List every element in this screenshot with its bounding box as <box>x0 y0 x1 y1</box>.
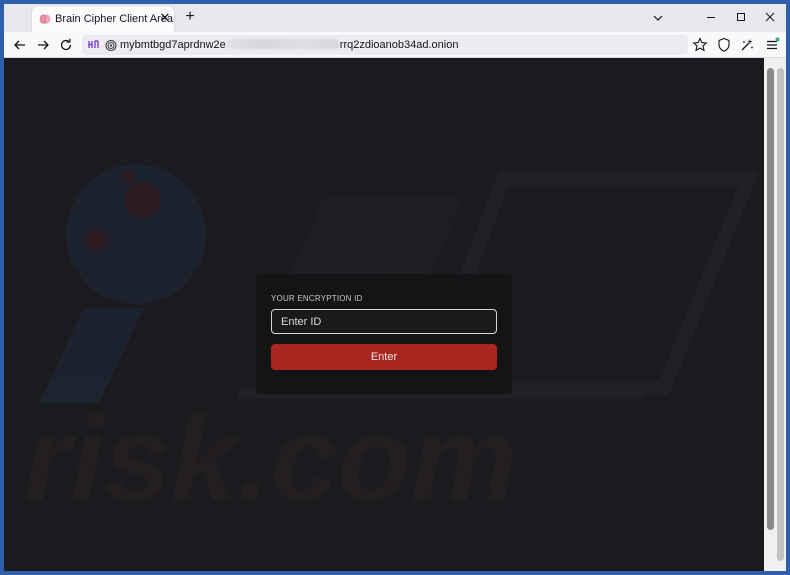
minimize-icon[interactable] <box>701 8 721 26</box>
watermark-text: risk.com <box>24 392 518 526</box>
scrollbar-thumb[interactable] <box>767 68 774 530</box>
shield-icon[interactable] <box>715 36 733 54</box>
tab-title: Brain Cipher Client Area <box>55 13 174 25</box>
address-bar[interactable]: mybmtbgd7aprdnw2e rrq2zdioanob34ad.onion <box>82 35 688 55</box>
nav-toolbar: mybmtbgd7aprdnw2e rrq2zdioanob34ad.onion <box>4 32 786 58</box>
enter-button[interactable]: Enter <box>271 344 497 370</box>
encryption-id-label: YOUR ENCRYPTION ID <box>271 294 363 303</box>
bookmark-star-icon[interactable] <box>691 36 709 54</box>
onion-circuit-icon[interactable] <box>87 38 101 52</box>
reload-icon[interactable] <box>57 36 75 54</box>
url-prefix: mybmtbgd7aprdnw2e <box>120 39 226 51</box>
url-suffix: rrq2zdioanob34ad.onion <box>339 39 459 51</box>
tab-close-icon[interactable]: ✕ <box>157 10 173 26</box>
close-window-icon[interactable] <box>760 8 780 26</box>
hamburger-menu-icon[interactable] <box>763 36 781 54</box>
back-arrow-icon[interactable] <box>11 36 29 54</box>
list-tabs-chevron-icon[interactable] <box>650 10 666 26</box>
url-redacted-blur <box>226 39 339 49</box>
maximize-icon[interactable] <box>731 8 751 26</box>
vertical-scrollbar[interactable] <box>764 58 786 571</box>
onion-site-icon[interactable] <box>104 38 118 52</box>
browser-window: Brain Cipher Client Area ✕ + mybmtbgd7ap… <box>4 4 786 571</box>
url-text: mybmtbgd7aprdnw2e rrq2zdioanob34ad.onion <box>120 39 458 51</box>
security-level-icon[interactable] <box>738 36 756 54</box>
brain-favicon-icon <box>39 14 51 24</box>
encryption-id-input[interactable] <box>271 309 497 334</box>
forward-arrow-icon[interactable] <box>34 36 52 54</box>
tab-strip: Brain Cipher Client Area ✕ + <box>4 4 786 32</box>
new-tab-icon[interactable]: + <box>181 8 199 26</box>
page-viewport: risk.com YOUR ENCRYPTION ID Enter <box>4 58 786 571</box>
tab-brain-cipher[interactable]: Brain Cipher Client Area ✕ <box>32 6 174 32</box>
login-card: YOUR ENCRYPTION ID Enter <box>256 274 512 394</box>
scrollbar-track[interactable] <box>777 68 784 561</box>
